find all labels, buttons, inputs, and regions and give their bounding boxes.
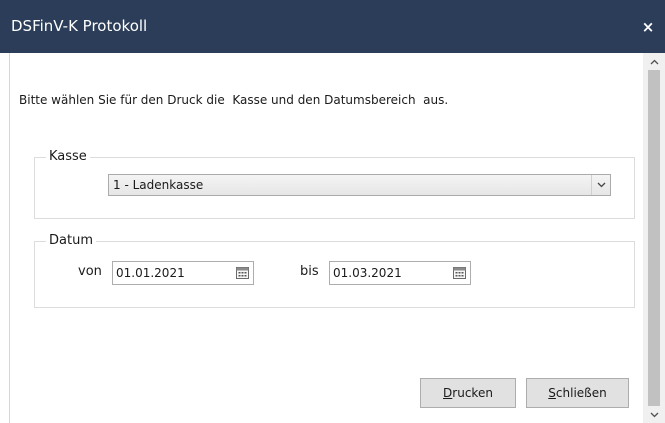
print-button-accel: D bbox=[443, 386, 453, 400]
window-title: DSFinV-K Protokoll bbox=[11, 17, 148, 35]
print-button[interactable]: Drucken bbox=[420, 378, 516, 408]
vertical-scrollbar[interactable] bbox=[643, 53, 665, 423]
datum-legend: Datum bbox=[46, 233, 96, 249]
dialog-content: Bitte wählen Sie für den Druck die Kasse… bbox=[10, 53, 643, 423]
instruction-text: Bitte wählen Sie für den Druck die Kasse… bbox=[19, 93, 449, 107]
kasse-legend: Kasse bbox=[46, 149, 90, 165]
close-icon[interactable]: × bbox=[631, 10, 665, 44]
kasse-select[interactable]: 1 - Ladenkasse bbox=[108, 174, 611, 196]
scroll-down-icon[interactable] bbox=[643, 406, 665, 423]
calendar-icon[interactable] bbox=[231, 262, 253, 284]
window-left-border bbox=[0, 53, 10, 423]
from-date-value: 01.01.2021 bbox=[116, 266, 185, 280]
dialog-window: DSFinV-K Protokoll × Bitte wählen Sie fü… bbox=[0, 0, 665, 423]
close-button-accel: S bbox=[548, 386, 556, 400]
from-date-label: von bbox=[78, 264, 102, 279]
kasse-selected-value: 1 - Ladenkasse bbox=[113, 178, 204, 192]
print-button-label: rucken bbox=[452, 386, 493, 400]
scrollbar-thumb[interactable] bbox=[648, 70, 660, 406]
from-date-field[interactable]: 01.01.2021 bbox=[112, 261, 254, 285]
calendar-icon[interactable] bbox=[448, 262, 470, 284]
to-date-field[interactable]: 01.03.2021 bbox=[329, 261, 471, 285]
to-date-label: bis bbox=[300, 264, 319, 279]
close-button[interactable]: Schließen bbox=[526, 378, 629, 408]
kasse-groupbox: Kasse 1 - Ladenkasse bbox=[34, 149, 635, 219]
datum-groupbox: Datum von 01.01.2021 bis 01.03.2021 bbox=[34, 233, 635, 308]
scroll-up-icon[interactable] bbox=[643, 53, 665, 70]
close-button-label: chließen bbox=[555, 386, 607, 400]
chevron-down-icon[interactable] bbox=[591, 175, 610, 195]
title-bar[interactable]: DSFinV-K Protokoll × bbox=[0, 0, 665, 53]
to-date-value: 01.03.2021 bbox=[333, 266, 402, 280]
